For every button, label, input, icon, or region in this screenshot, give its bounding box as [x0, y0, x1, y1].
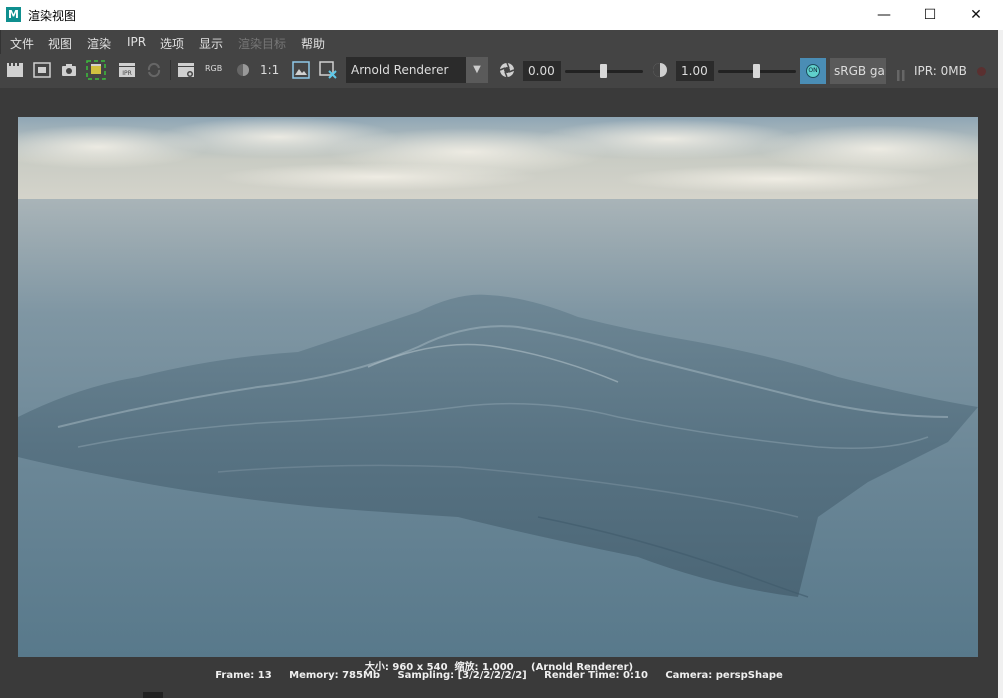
exposure-toggle-icon[interactable]	[233, 60, 253, 80]
rendered-image	[18, 117, 978, 657]
snapshot-icon[interactable]	[59, 60, 79, 80]
ipr-region-icon[interactable]	[86, 60, 106, 80]
menu-render[interactable]: 渲染	[87, 35, 111, 52]
svg-text:IPR: IPR	[122, 70, 132, 77]
menu-bar: 文件 视图 渲染 IPR 选项 显示 渲染目标 帮助	[0, 30, 999, 54]
record-icon[interactable]	[977, 67, 986, 76]
menu-ipr[interactable]: IPR	[127, 35, 146, 49]
pause-icon[interactable]	[896, 66, 906, 81]
menu-display[interactable]: 显示	[199, 35, 223, 52]
ipr-render-icon[interactable]: IPR	[117, 60, 137, 80]
menu-file[interactable]: 文件	[10, 35, 34, 52]
window-title: 渲染视图	[28, 9, 77, 23]
minimize-button[interactable]: —	[861, 0, 907, 30]
window-bottom-edge	[0, 686, 998, 698]
render-info-stats: Frame: 13 Memory: 785Mb Sampling: [3/2/2…	[215, 670, 783, 681]
gamma-field[interactable]: 1.00	[676, 61, 714, 81]
resize-handle[interactable]	[143, 692, 163, 698]
gamma-slider-handle[interactable]	[753, 64, 760, 78]
menu-view[interactable]: 视图	[48, 35, 72, 52]
maya-logo-icon: M	[6, 7, 21, 22]
dropdown-arrow-icon[interactable]: ▼	[466, 57, 488, 83]
ipr-memory-label: IPR: 0MB	[914, 64, 967, 78]
render-region-icon[interactable]	[32, 60, 52, 80]
exposure-field[interactable]: 0.00	[523, 61, 561, 81]
menu-render-target: 渲染目标	[238, 37, 287, 51]
keep-image-icon[interactable]	[176, 60, 196, 80]
display-image-icon[interactable]	[291, 60, 311, 80]
color-management-toggle[interactable]: ON	[800, 58, 826, 84]
maximize-button[interactable]: ☐	[907, 0, 953, 30]
renderer-label: Arnold Renderer	[351, 63, 449, 77]
redo-render-icon[interactable]	[5, 60, 25, 80]
exposure-slider-handle[interactable]	[600, 64, 607, 78]
renderer-dropdown[interactable]: Arnold Renderer ▼	[346, 57, 488, 83]
one-to-one-icon[interactable]: 1:1	[260, 63, 284, 83]
title-bar: M 渲染视图 — ☐ ✕	[0, 0, 1003, 30]
close-button[interactable]: ✕	[953, 0, 999, 30]
view-transform-field[interactable]: sRGB gamma	[830, 58, 886, 84]
menu-options[interactable]: 选项	[160, 35, 184, 52]
refresh-icon[interactable]	[144, 60, 164, 80]
menu-help[interactable]: 帮助	[301, 35, 325, 52]
color-management-on-icon: ON	[806, 64, 820, 78]
aperture-icon[interactable]	[497, 60, 517, 80]
toolbar-separator	[170, 60, 171, 80]
gamma-icon[interactable]	[650, 60, 670, 80]
rgb-channels-icon[interactable]: RGB	[205, 64, 225, 84]
window-right-edge	[998, 30, 1003, 698]
remove-image-icon[interactable]	[318, 60, 338, 80]
